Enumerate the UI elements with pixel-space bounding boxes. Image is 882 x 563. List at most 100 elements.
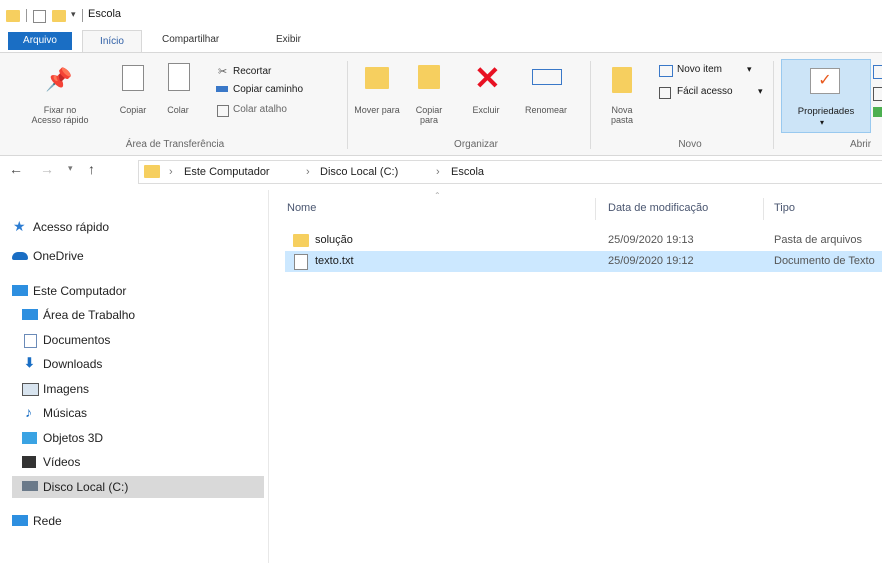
divider (26, 9, 27, 22)
nav-item-local-disk[interactable]: Disco Local (C:) (12, 476, 264, 498)
pin-button[interactable]: Fixar no Acesso rápido (30, 105, 90, 125)
column-header-date[interactable]: Data de modificação (608, 202, 708, 214)
new-folder-button[interactable]: Nova pasta (602, 105, 642, 125)
copy-button[interactable]: Copiar (112, 105, 154, 115)
divider (773, 61, 774, 149)
download-icon: ⬇ (24, 355, 35, 370)
divider (595, 198, 596, 220)
up-icon[interactable]: ↑ (88, 161, 95, 177)
tab-view[interactable]: Exibir (276, 34, 301, 45)
new-folder-quick-icon[interactable] (52, 10, 66, 22)
nav-item-3d-objects[interactable]: Objetos 3D (0, 427, 264, 449)
nav-item-music[interactable]: ♪ Músicas (0, 402, 264, 424)
chevron-down-icon[interactable]: ▾ (758, 86, 763, 97)
images-icon (22, 383, 39, 396)
delete-button[interactable]: Excluir (466, 105, 506, 115)
window-title: Escola (88, 8, 122, 20)
nav-item-this-pc[interactable]: Este Computador (0, 280, 264, 302)
recent-locations-icon[interactable]: ▾ (68, 163, 73, 174)
properties-quick-icon[interactable] (33, 10, 46, 23)
copy-icon (122, 65, 144, 91)
file-row[interactable]: solução 25/09/2020 19:13 Pasta de arquiv… (285, 230, 882, 251)
edit-icon[interactable] (873, 87, 882, 101)
music-icon: ♪ (25, 404, 32, 420)
tab-file[interactable]: Arquivo (8, 32, 72, 50)
text-file-icon (294, 254, 308, 270)
open-icon[interactable] (873, 65, 882, 79)
ribbon-tabs: Arquivo Início Compartilhar Exibir (0, 30, 882, 53)
delete-icon: ✕ (474, 60, 501, 96)
copy-path-button[interactable]: Copiar caminho (233, 84, 303, 95)
easy-access-icon (659, 87, 671, 99)
sort-indicator-icon: ⌃ (434, 191, 441, 200)
nav-item-desktop[interactable]: Área de Trabalho (0, 304, 264, 326)
chevron-down-icon: ▾ (820, 118, 825, 127)
nav-item-onedrive[interactable]: OneDrive (0, 245, 264, 267)
column-header-name[interactable]: Nome (287, 202, 316, 214)
breadcrumb-separator: › (169, 166, 173, 178)
copy-to-button[interactable]: Copiar para (406, 105, 452, 125)
address-bar[interactable]: › Este Computador › Disco Local (C:) › E… (138, 160, 882, 184)
paste-shortcut-button[interactable]: Colar atalho (233, 104, 287, 115)
star-icon: ★ (13, 218, 26, 234)
chevron-down-icon[interactable]: ▾ (747, 64, 752, 75)
nav-item-quick-access[interactable]: ★ Acesso rápido (0, 216, 264, 238)
move-to-button[interactable]: Mover para (354, 105, 400, 115)
divider (763, 198, 764, 220)
tab-share[interactable]: Compartilhar (162, 34, 219, 45)
properties-label: Propriedades (797, 106, 855, 117)
cloud-icon (12, 252, 28, 260)
objects3d-icon (22, 432, 37, 444)
paste-button[interactable]: Colar (160, 105, 196, 115)
file-name: solução (315, 234, 353, 246)
move-to-icon (365, 67, 389, 89)
file-type: Pasta de arquivos (774, 234, 863, 246)
divider (590, 61, 591, 149)
new-item-button[interactable]: Novo item (677, 64, 722, 75)
file-row[interactable]: texto.txt 25/09/2020 19:12 Documento de … (285, 251, 882, 272)
column-header-type[interactable]: Tipo (774, 202, 795, 214)
network-icon (12, 515, 28, 526)
forward-icon[interactable]: → (40, 161, 54, 177)
tab-home[interactable]: Início (82, 30, 142, 53)
rename-button[interactable]: Renomear (512, 105, 580, 115)
new-folder-icon (612, 67, 632, 93)
nav-item-downloads[interactable]: ⬇ Downloads (0, 353, 264, 375)
copy-to-icon (418, 65, 440, 89)
title-bar: ▾ Escola (0, 0, 882, 30)
nav-item-network[interactable]: Rede (0, 510, 264, 532)
new-group-label: Novo (678, 139, 702, 150)
clipboard-group-label: Área de Transferência (125, 139, 225, 150)
organize-group-label: Organizar (454, 139, 498, 150)
file-type: Documento de Texto (774, 255, 875, 267)
nav-item-images[interactable]: Imagens (0, 378, 264, 400)
nav-item-videos[interactable]: Vídeos (0, 451, 264, 473)
computer-icon (12, 285, 28, 296)
breadcrumb-item[interactable]: Este Computador (184, 166, 270, 178)
breadcrumb-item[interactable]: Escola (451, 166, 484, 178)
breadcrumb-item[interactable]: Disco Local (C:) (320, 166, 398, 178)
history-icon[interactable] (873, 107, 882, 117)
easy-access-button[interactable]: Fácil acesso (677, 86, 733, 97)
navigation-pane: ★ Acesso rápido OneDrive Este Computador… (0, 190, 269, 563)
back-icon[interactable]: ← (9, 161, 23, 177)
breadcrumb-separator: › (436, 166, 440, 178)
properties-icon: ✓ (810, 68, 840, 94)
documents-icon (24, 334, 37, 348)
folder-icon (144, 165, 160, 178)
customize-quick-access-icon[interactable]: ▾ (71, 9, 76, 20)
file-date: 25/09/2020 19:12 (608, 255, 694, 267)
nav-item-documents[interactable]: Documentos (0, 329, 264, 351)
scissors-icon: ✂ (218, 66, 228, 78)
breadcrumb-separator: › (306, 166, 310, 178)
paste-icon (168, 63, 190, 91)
properties-button[interactable]: ✓ Propriedades ▾ (781, 59, 871, 133)
address-bar-area: ← → ▾ ↑ › Este Computador › Disco Local … (0, 157, 882, 185)
file-date: 25/09/2020 19:13 (608, 234, 694, 246)
videos-icon (22, 456, 36, 468)
folder-icon (293, 234, 309, 247)
file-list: ⌃ Nome Data de modificação Tipo solução … (270, 190, 882, 563)
cut-button[interactable]: Recortar (233, 66, 271, 77)
drive-icon (22, 481, 38, 491)
folder-icon (6, 10, 20, 22)
